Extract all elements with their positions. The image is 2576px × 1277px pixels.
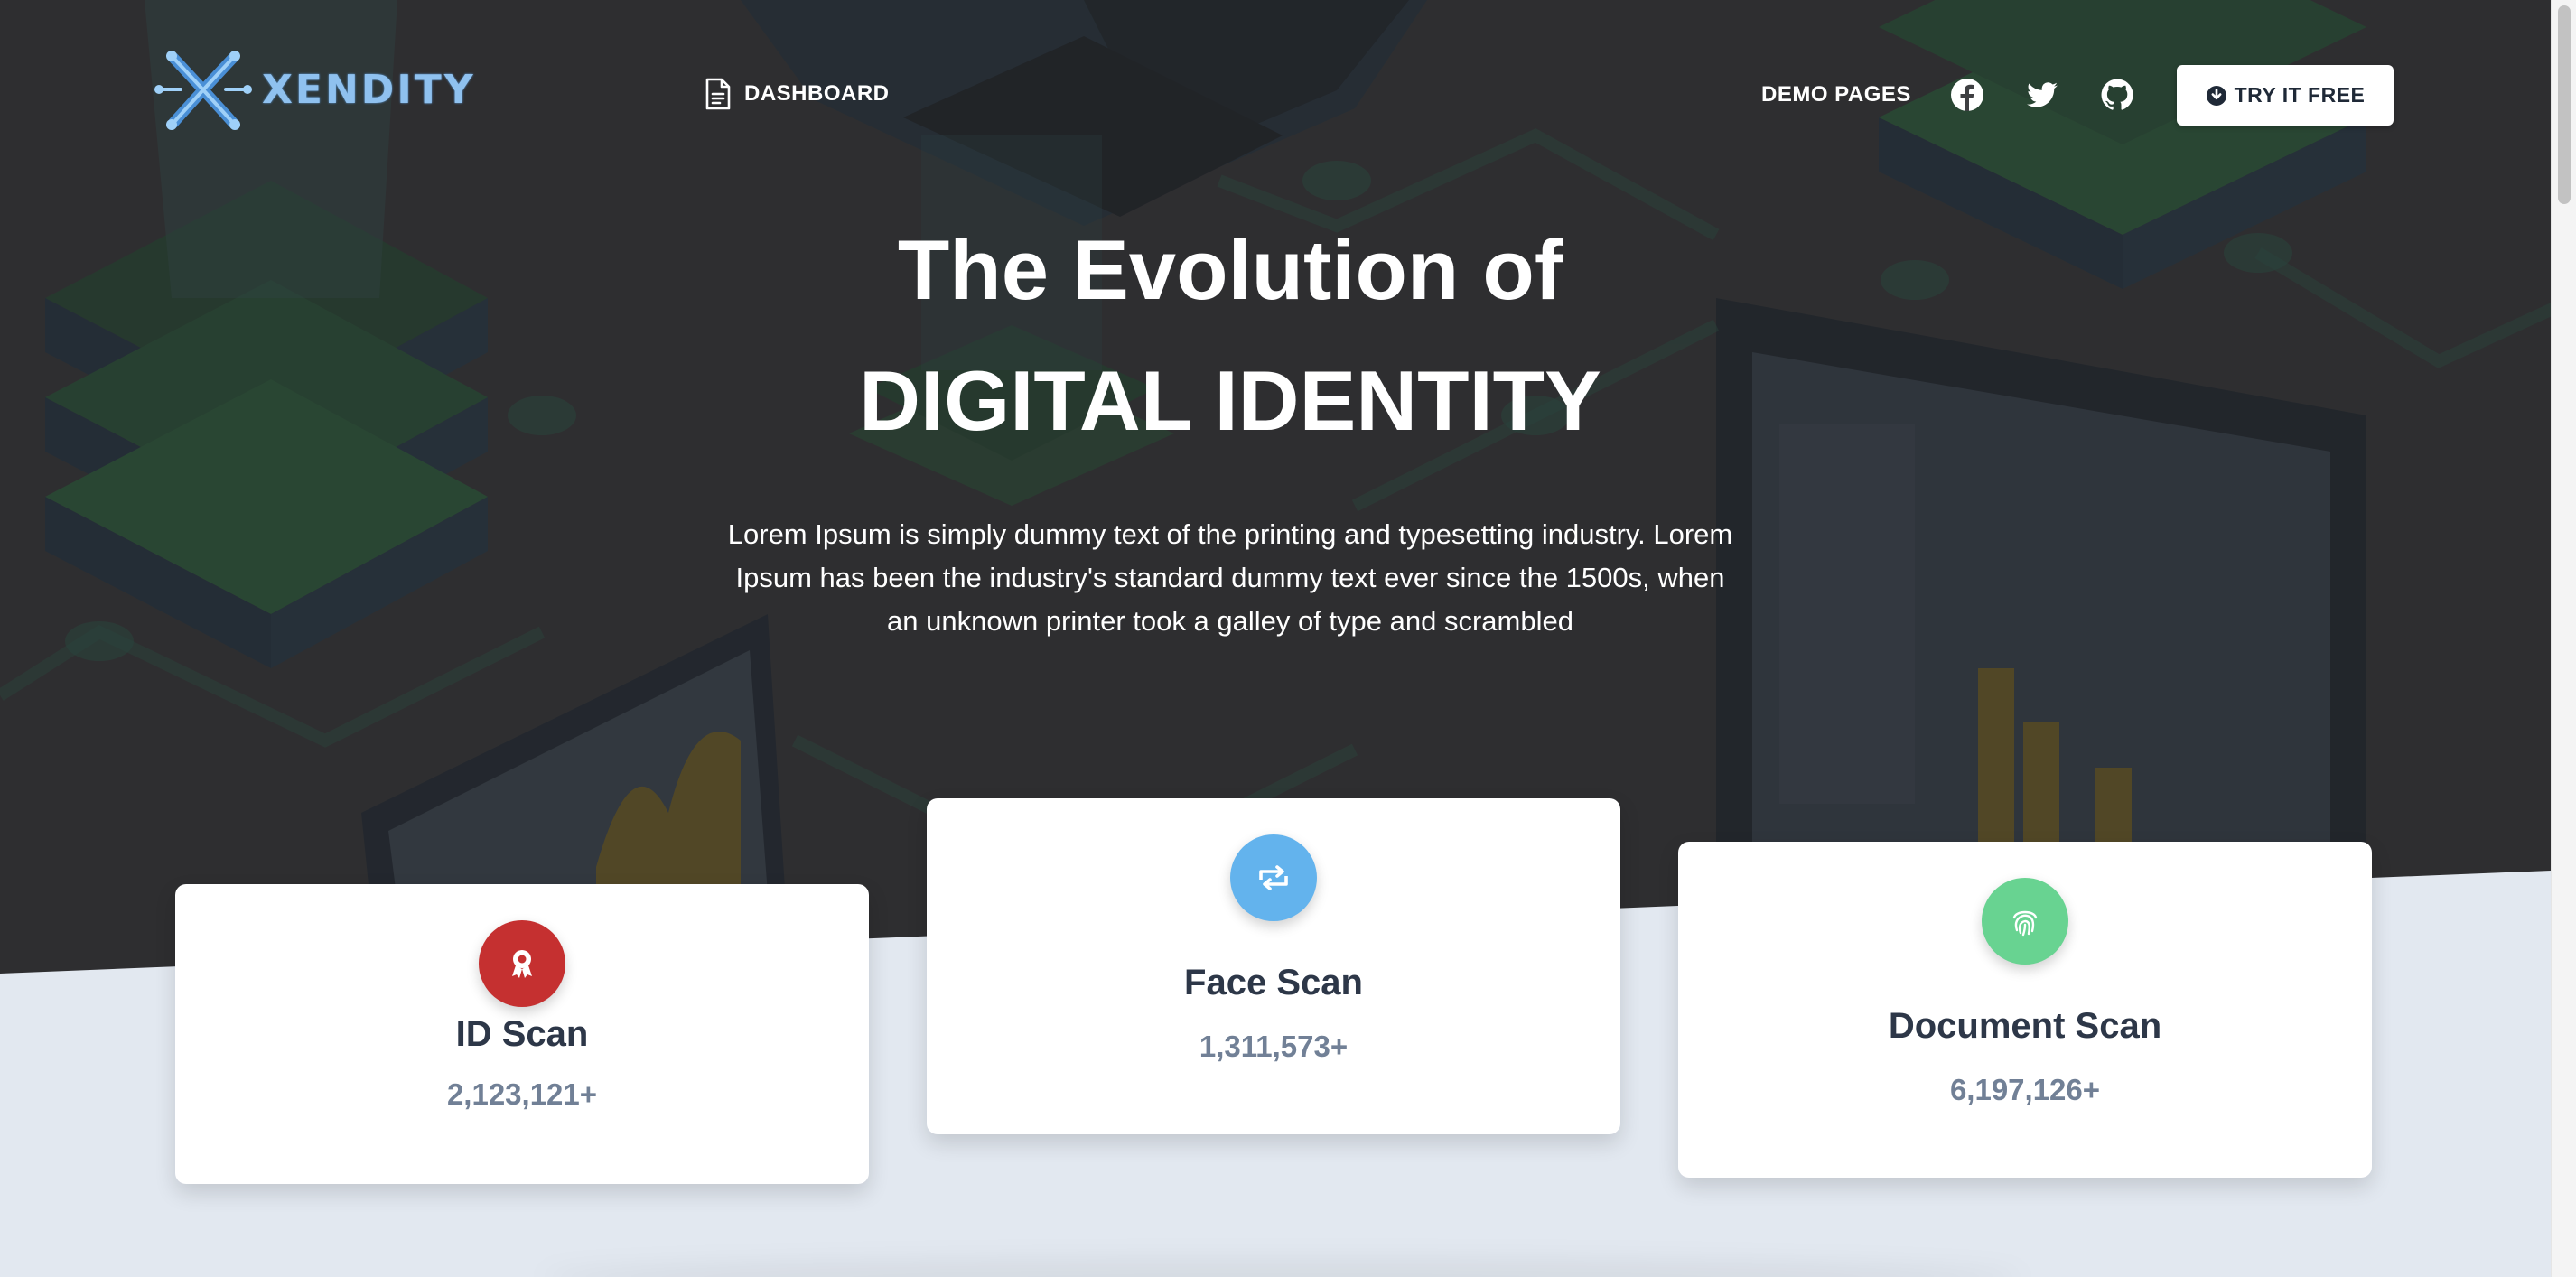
twitter-icon (2027, 82, 2058, 107)
fingerprint-icon (2012, 910, 2038, 937)
x-logo-icon (154, 51, 252, 130)
page-scrollbar[interactable] (2551, 0, 2576, 1277)
stat-card-value: 1,311,573+ (1199, 1030, 1349, 1063)
brand-name: XENDITY (262, 66, 476, 113)
stat-card-value: 6,197,126+ (1949, 1073, 2101, 1106)
try-it-free-button[interactable]: TRY IT FREE (2177, 65, 2394, 126)
github-icon (2101, 79, 2133, 110)
stat-card-face-scan: Face Scan 1,311,573+ (927, 798, 1620, 1134)
stat-card-document-scan: Document Scan 6,197,126+ (1678, 842, 2372, 1178)
brand-logo[interactable]: XENDITY (154, 40, 476, 139)
github-link[interactable] (2100, 78, 2134, 112)
face-scan-icon-badge (1230, 834, 1317, 921)
nav-dashboard-label: DASHBOARD (744, 81, 890, 106)
stat-card-id-scan: ID Scan 2,123,121+ (175, 884, 869, 1184)
hero-title-line2: DIGITAL IDENTITY (859, 353, 1601, 448)
stat-card-value: 2,123,121+ (446, 1077, 598, 1111)
twitter-link[interactable] (2025, 78, 2059, 112)
scrollbar-thumb[interactable] (2558, 5, 2571, 204)
award-icon (512, 950, 532, 978)
stat-card-title: Face Scan (1184, 963, 1363, 1002)
download-circle-icon (2206, 85, 2226, 106)
top-navigation: XENDITY DASHBOARD DEMO PAGES TRY IT FREE (0, 0, 2551, 190)
facebook-icon (1951, 79, 1983, 111)
stat-card-title: ID Scan (455, 1014, 589, 1054)
hero-title-line1: The Evolution of (897, 222, 1563, 317)
stat-card-title: Document Scan (1888, 1006, 2162, 1046)
retweet-icon (1259, 865, 1288, 890)
id-scan-icon-badge (479, 920, 565, 1007)
facebook-link[interactable] (1950, 78, 1984, 112)
document-scan-icon-badge (1982, 878, 2068, 965)
hero-description: Lorem Ipsum is simply dummy text of the … (727, 518, 1733, 637)
try-it-free-label: TRY IT FREE (2234, 83, 2366, 107)
nav-dashboard-link[interactable]: DASHBOARD (705, 78, 890, 110)
nav-demo-pages-link[interactable]: DEMO PAGES (1761, 82, 1911, 107)
document-icon (705, 78, 731, 110)
